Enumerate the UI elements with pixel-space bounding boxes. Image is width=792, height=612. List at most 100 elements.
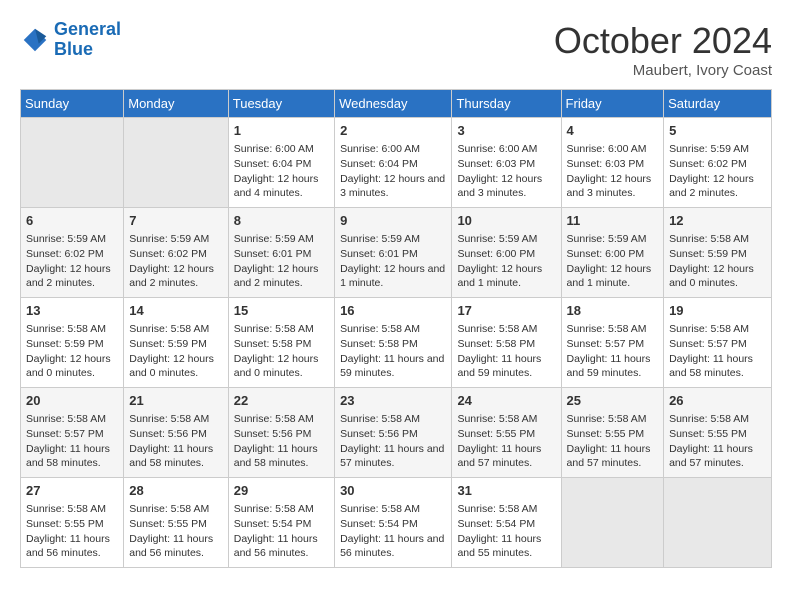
daylight-text: Daylight: 11 hours and 59 minutes.	[340, 352, 446, 381]
location: Maubert, Ivory Coast	[554, 62, 772, 79]
sunset-text: Sunset: 5:57 PM	[567, 337, 659, 352]
sunset-text: Sunset: 5:59 PM	[669, 247, 766, 262]
calendar-cell	[21, 118, 124, 208]
daylight-text: Daylight: 12 hours and 1 minute.	[457, 262, 555, 291]
sunrise-text: Sunrise: 5:58 AM	[129, 502, 223, 517]
sunset-text: Sunset: 5:54 PM	[340, 517, 446, 532]
sunset-text: Sunset: 6:01 PM	[340, 247, 446, 262]
sunset-text: Sunset: 6:00 PM	[567, 247, 659, 262]
day-number: 10	[457, 212, 555, 230]
calendar-cell: 17Sunrise: 5:58 AMSunset: 5:58 PMDayligh…	[452, 298, 561, 388]
calendar-cell: 18Sunrise: 5:58 AMSunset: 5:57 PMDayligh…	[561, 298, 664, 388]
day-number: 16	[340, 302, 446, 320]
daylight-text: Daylight: 11 hours and 59 minutes.	[457, 352, 555, 381]
day-number: 17	[457, 302, 555, 320]
daylight-text: Daylight: 11 hours and 57 minutes.	[669, 442, 766, 471]
sunset-text: Sunset: 6:03 PM	[567, 157, 659, 172]
sunrise-text: Sunrise: 5:58 AM	[669, 322, 766, 337]
calendar-cell: 19Sunrise: 5:58 AMSunset: 5:57 PMDayligh…	[664, 298, 772, 388]
daylight-text: Daylight: 12 hours and 4 minutes.	[234, 172, 329, 201]
calendar-cell: 9Sunrise: 5:59 AMSunset: 6:01 PMDaylight…	[335, 208, 452, 298]
sunrise-text: Sunrise: 6:00 AM	[567, 142, 659, 157]
week-row-4: 20Sunrise: 5:58 AMSunset: 5:57 PMDayligh…	[21, 388, 772, 478]
sunrise-text: Sunrise: 5:58 AM	[669, 232, 766, 247]
sunset-text: Sunset: 5:58 PM	[457, 337, 555, 352]
day-number: 2	[340, 122, 446, 140]
daylight-text: Daylight: 12 hours and 3 minutes.	[340, 172, 446, 201]
day-number: 25	[567, 392, 659, 410]
logo-line2: Blue	[54, 39, 93, 59]
sunset-text: Sunset: 6:02 PM	[129, 247, 223, 262]
column-header-friday: Friday	[561, 90, 664, 118]
calendar-cell: 5Sunrise: 5:59 AMSunset: 6:02 PMDaylight…	[664, 118, 772, 208]
day-number: 29	[234, 482, 329, 500]
column-header-thursday: Thursday	[452, 90, 561, 118]
column-header-tuesday: Tuesday	[228, 90, 334, 118]
calendar-cell: 1Sunrise: 6:00 AMSunset: 6:04 PMDaylight…	[228, 118, 334, 208]
calendar-cell: 15Sunrise: 5:58 AMSunset: 5:58 PMDayligh…	[228, 298, 334, 388]
calendar-cell: 31Sunrise: 5:58 AMSunset: 5:54 PMDayligh…	[452, 478, 561, 568]
calendar-cell: 21Sunrise: 5:58 AMSunset: 5:56 PMDayligh…	[124, 388, 229, 478]
daylight-text: Daylight: 11 hours and 58 minutes.	[234, 442, 329, 471]
sunset-text: Sunset: 5:55 PM	[567, 427, 659, 442]
calendar-cell: 14Sunrise: 5:58 AMSunset: 5:59 PMDayligh…	[124, 298, 229, 388]
daylight-text: Daylight: 12 hours and 2 minutes.	[129, 262, 223, 291]
day-number: 9	[340, 212, 446, 230]
daylight-text: Daylight: 12 hours and 2 minutes.	[669, 172, 766, 201]
day-number: 19	[669, 302, 766, 320]
sunset-text: Sunset: 5:59 PM	[26, 337, 118, 352]
calendar-cell: 2Sunrise: 6:00 AMSunset: 6:04 PMDaylight…	[335, 118, 452, 208]
day-number: 24	[457, 392, 555, 410]
sunrise-text: Sunrise: 5:58 AM	[26, 502, 118, 517]
logo-icon	[20, 25, 50, 55]
sunrise-text: Sunrise: 5:58 AM	[340, 412, 446, 427]
week-row-2: 6Sunrise: 5:59 AMSunset: 6:02 PMDaylight…	[21, 208, 772, 298]
sunset-text: Sunset: 5:55 PM	[669, 427, 766, 442]
sunrise-text: Sunrise: 5:59 AM	[669, 142, 766, 157]
day-number: 3	[457, 122, 555, 140]
daylight-text: Daylight: 12 hours and 0 minutes.	[26, 352, 118, 381]
sunset-text: Sunset: 6:04 PM	[340, 157, 446, 172]
calendar-cell: 28Sunrise: 5:58 AMSunset: 5:55 PMDayligh…	[124, 478, 229, 568]
sunset-text: Sunset: 5:55 PM	[26, 517, 118, 532]
sunset-text: Sunset: 5:54 PM	[457, 517, 555, 532]
sunset-text: Sunset: 5:56 PM	[234, 427, 329, 442]
sunrise-text: Sunrise: 5:58 AM	[457, 502, 555, 517]
week-row-5: 27Sunrise: 5:58 AMSunset: 5:55 PMDayligh…	[21, 478, 772, 568]
sunrise-text: Sunrise: 5:59 AM	[129, 232, 223, 247]
sunrise-text: Sunrise: 6:00 AM	[234, 142, 329, 157]
daylight-text: Daylight: 11 hours and 57 minutes.	[457, 442, 555, 471]
sunrise-text: Sunrise: 5:59 AM	[567, 232, 659, 247]
sunrise-text: Sunrise: 5:58 AM	[26, 412, 118, 427]
sunset-text: Sunset: 5:56 PM	[340, 427, 446, 442]
calendar-cell: 7Sunrise: 5:59 AMSunset: 6:02 PMDaylight…	[124, 208, 229, 298]
sunrise-text: Sunrise: 5:59 AM	[340, 232, 446, 247]
calendar-cell: 8Sunrise: 5:59 AMSunset: 6:01 PMDaylight…	[228, 208, 334, 298]
title-block: October 2024 Maubert, Ivory Coast	[554, 20, 772, 79]
day-number: 13	[26, 302, 118, 320]
day-number: 12	[669, 212, 766, 230]
daylight-text: Daylight: 11 hours and 56 minutes.	[234, 532, 329, 561]
calendar-cell: 23Sunrise: 5:58 AMSunset: 5:56 PMDayligh…	[335, 388, 452, 478]
calendar-cell: 6Sunrise: 5:59 AMSunset: 6:02 PMDaylight…	[21, 208, 124, 298]
column-header-wednesday: Wednesday	[335, 90, 452, 118]
sunrise-text: Sunrise: 5:58 AM	[234, 322, 329, 337]
day-number: 18	[567, 302, 659, 320]
calendar-cell: 13Sunrise: 5:58 AMSunset: 5:59 PMDayligh…	[21, 298, 124, 388]
sunrise-text: Sunrise: 5:58 AM	[234, 502, 329, 517]
sunset-text: Sunset: 5:54 PM	[234, 517, 329, 532]
daylight-text: Daylight: 11 hours and 57 minutes.	[567, 442, 659, 471]
sunrise-text: Sunrise: 5:59 AM	[234, 232, 329, 247]
day-number: 26	[669, 392, 766, 410]
sunset-text: Sunset: 5:55 PM	[129, 517, 223, 532]
sunrise-text: Sunrise: 5:58 AM	[567, 412, 659, 427]
column-header-sunday: Sunday	[21, 90, 124, 118]
day-number: 22	[234, 392, 329, 410]
day-number: 21	[129, 392, 223, 410]
daylight-text: Daylight: 11 hours and 59 minutes.	[567, 352, 659, 381]
sunrise-text: Sunrise: 6:00 AM	[457, 142, 555, 157]
sunset-text: Sunset: 5:56 PM	[129, 427, 223, 442]
calendar-cell: 20Sunrise: 5:58 AMSunset: 5:57 PMDayligh…	[21, 388, 124, 478]
daylight-text: Daylight: 12 hours and 3 minutes.	[457, 172, 555, 201]
daylight-text: Daylight: 12 hours and 3 minutes.	[567, 172, 659, 201]
